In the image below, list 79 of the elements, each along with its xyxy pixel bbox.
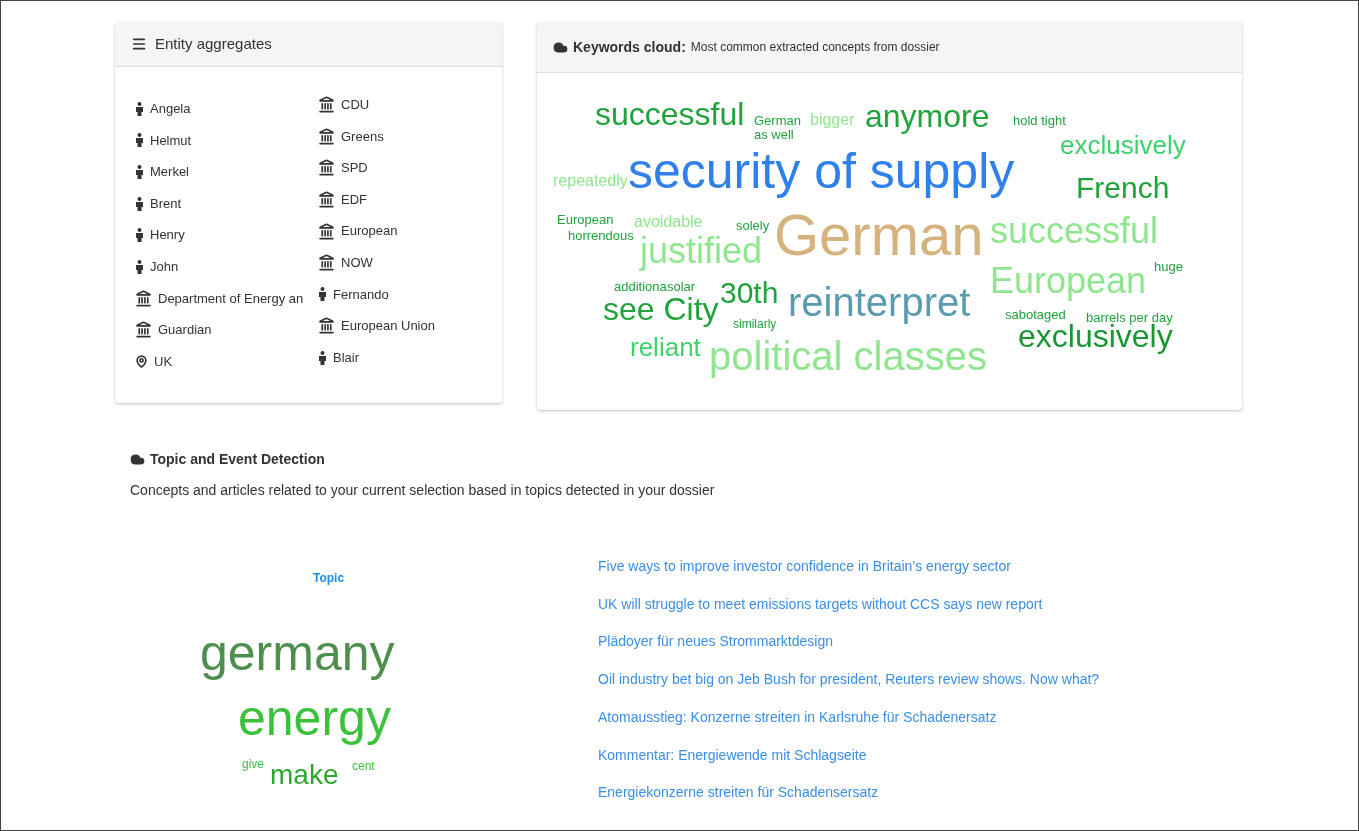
menu-icon [131,36,147,52]
topic-word[interactable]: give [242,758,264,770]
entity-name[interactable]: UK [154,351,173,372]
entity-name[interactable]: Department of Energy an [158,288,304,309]
keyword[interactable]: barrels per day [1086,311,1173,324]
panel-subtitle: Most common extracted concepts from dossier [690,39,940,56]
entity-name[interactable]: Henry [150,225,185,245]
keyword[interactable]: French [1076,173,1170,203]
map-pin-icon [135,355,148,369]
keyword[interactable]: horrendous [568,229,634,242]
entity-name[interactable]: Blair [333,347,359,368]
panel-title: Entity aggregates [155,33,272,54]
entity-name[interactable]: Guardian [158,320,212,340]
keyword[interactable]: hold tight [1013,114,1066,127]
keyword[interactable]: German [774,206,984,264]
article-link[interactable]: Five ways to improve investor confidence in Britain’s energy sector [598,557,1100,576]
person-icon [135,196,144,211]
keyword[interactable]: successful [595,98,745,130]
keyword[interactable]: 30th [720,278,779,308]
keyword[interactable]: European [557,213,614,226]
keyword[interactable]: security of supply [628,146,1015,196]
keyword[interactable]: reliant [630,334,701,360]
entity-name[interactable]: John [150,257,179,277]
article-link[interactable]: Energiekonzerne streiten für Schadensersatz [598,783,1100,802]
entity-name[interactable]: European Union [341,316,435,336]
entity-name[interactable]: Greens [341,126,384,147]
keyword[interactable]: sabotaged [1005,308,1066,321]
entity-name[interactable]: Fernando [333,284,389,305]
person-icon [318,350,327,365]
section-description: Concepts and articles related to your current selection based in topics detected in your dossier [129,481,716,500]
topic-word[interactable]: germany [200,628,395,678]
entity-name[interactable]: Merkel [150,162,189,182]
institution-icon [318,222,335,240]
keyword[interactable]: additiona [614,280,667,293]
topic-word[interactable]: energy [238,693,391,743]
keyword[interactable]: exclusively [1060,132,1186,158]
entity-name[interactable]: SPD [341,158,368,178]
keyword[interactable]: anymore [865,100,990,132]
entity-name[interactable]: Brent [150,193,182,214]
institution-icon [135,321,152,339]
keyword[interactable]: German [754,114,801,127]
keyword[interactable]: solar [667,280,696,293]
topic-word[interactable]: cent [352,760,375,772]
person-icon [135,165,144,179]
section-title: Topic and Event Detection [150,450,325,469]
cloud-icon [553,39,568,55]
person-icon [135,228,144,243]
keyword[interactable]: huge [1154,260,1183,273]
entity-name[interactable]: EDF [341,189,367,210]
keyword[interactable]: reinterpret [788,282,971,322]
article-link[interactable]: Kommentar: Energiewende mit Schlagseite [598,745,1100,765]
keyword[interactable]: similarly [733,318,777,330]
institution-icon [318,254,335,272]
person-icon [318,287,327,302]
institution-icon [318,127,335,145]
institution-icon [318,96,335,114]
institution-icon [135,289,152,307]
keyword[interactable]: solely [736,219,770,232]
person-icon [135,259,144,274]
entity-name[interactable]: Angela [150,99,191,119]
institution-icon [318,191,335,209]
entity-name[interactable]: Helmut [150,130,192,151]
keyword[interactable]: see City [603,293,719,325]
article-link[interactable]: Atomausstieg: Konzerne streiten in Karlsruhe für Schadenersatz [598,707,1100,727]
entity-name[interactable]: CDU [341,95,370,115]
topic-word[interactable]: make [270,761,339,789]
article-link[interactable]: Oil industry bet big on Jeb Bush for president, Reuters review shows. Now what? [598,670,1100,689]
keyword[interactable]: as well [754,128,794,141]
article-link[interactable]: Plädoyer für neues Strommarktdesign [598,632,1100,652]
entity-name[interactable]: European [341,221,398,241]
topic-label: Topic [313,572,345,584]
person-icon [135,133,144,148]
entity-name[interactable]: NOW [341,253,373,273]
institution-icon [318,317,335,335]
institution-icon [318,159,335,177]
panel-title: Keywords cloud: [573,37,686,57]
person-icon [135,101,144,116]
cloud-icon [130,452,145,467]
article-link[interactable]: UK will struggle to meet emissions targets without CCS says new report [598,594,1100,614]
